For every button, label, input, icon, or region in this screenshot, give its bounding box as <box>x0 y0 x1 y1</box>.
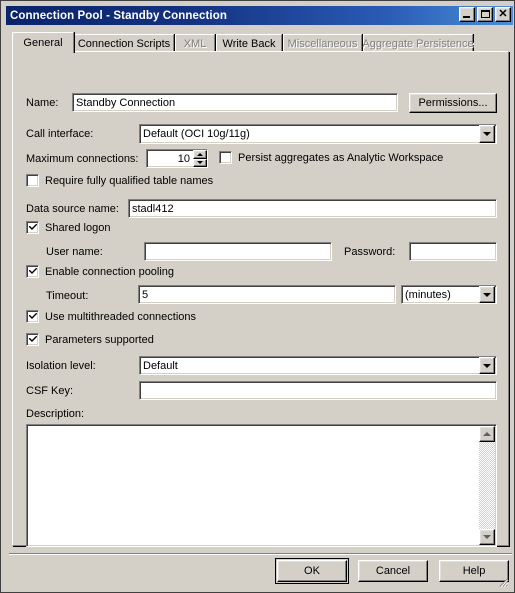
csf-key-input[interactable] <box>139 381 497 400</box>
enable-pooling-label: Enable connection pooling <box>45 265 175 278</box>
ok-button[interactable]: OK <box>275 558 349 584</box>
minimize-icon <box>463 16 470 18</box>
isolation-level-label: Isolation level: <box>26 360 96 372</box>
cancel-button[interactable]: Cancel <box>358 560 428 582</box>
tab-label: Connection Scripts <box>77 37 171 50</box>
window-title: Connection Pool - Standby Connection <box>10 9 227 22</box>
isolation-level-select[interactable]: Default <box>139 356 497 375</box>
parameters-supported-checkbox[interactable]: Parameters supported <box>26 333 154 346</box>
require-fqtn-checkbox[interactable]: Require fully qualified table names <box>26 174 213 187</box>
password-label: Password: <box>344 246 396 258</box>
user-name-input[interactable] <box>144 242 332 261</box>
csf-key-label: CSF Key: <box>26 385 74 397</box>
call-interface-label: Call interface: <box>26 128 94 140</box>
shared-logon-checkbox[interactable]: Shared logon <box>26 221 110 234</box>
max-connections-value: 10 <box>177 152 190 165</box>
enable-pooling-checkbox[interactable]: Enable connection pooling <box>26 265 174 278</box>
close-button[interactable]: ✕ <box>495 7 511 22</box>
data-source-name-label: Data source name: <box>26 203 119 215</box>
timeout-unit-select[interactable]: (minutes) <box>401 285 497 304</box>
checkmark-icon <box>29 224 37 230</box>
tab-strip: General Connection Scripts XML Write Bac… <box>12 32 509 53</box>
titlebar-button-group: ✕ <box>459 7 511 22</box>
tab-label: General <box>23 37 63 49</box>
timeout-label: Timeout: <box>46 290 89 302</box>
checkbox-box <box>26 174 39 187</box>
persist-aggregates-label: Persist aggregates as Analytic Workspace <box>238 151 444 164</box>
call-interface-select[interactable]: Default (OCI 10g/11g) <box>139 124 497 144</box>
tab-label: Miscellaneous <box>287 37 358 50</box>
maximize-icon <box>481 10 490 18</box>
tab-aggregate-persistence[interactable]: Aggregate Persistence <box>362 34 474 52</box>
scroll-down-button[interactable] <box>479 529 495 545</box>
tab-write-back[interactable]: Write Back <box>216 34 282 52</box>
scroll-up-button[interactable] <box>479 426 495 442</box>
persist-aggregates-checkbox[interactable]: Persist aggregates as Analytic Workspace <box>219 151 443 164</box>
titlebar[interactable]: Connection Pool - Standby Connection ✕ <box>6 6 513 25</box>
timeout-unit-value: (minutes) <box>405 288 451 301</box>
call-interface-value: Default (OCI 10g/11g) <box>143 128 250 140</box>
tab-label: XML <box>183 37 207 50</box>
tab-general[interactable]: General <box>12 32 74 53</box>
tab-label: Aggregate Persistence <box>362 37 474 50</box>
name-label: Name: <box>26 97 59 109</box>
checkbox-box <box>219 151 232 164</box>
chevron-down-icon[interactable] <box>479 286 495 303</box>
max-connections-label: Maximum connections: <box>26 153 139 165</box>
stepper-buttons <box>193 150 207 167</box>
minimize-button[interactable] <box>459 7 475 22</box>
checkmark-icon <box>29 336 37 342</box>
shared-logon-label: Shared logon <box>45 221 111 234</box>
password-input[interactable] <box>409 242 497 261</box>
data-source-name-input[interactable]: stadl412 <box>128 199 497 218</box>
tab-miscellaneous[interactable]: Miscellaneous <box>283 34 362 52</box>
permissions-button[interactable]: Permissions... <box>409 93 497 113</box>
description-value[interactable] <box>27 425 479 546</box>
checkbox-box <box>26 265 39 278</box>
checkmark-icon <box>29 268 37 274</box>
tab-page-general: Name: Standby Connection Permissions... … <box>12 51 509 547</box>
stepper-up-button[interactable] <box>193 150 207 159</box>
maximize-button[interactable] <box>477 7 493 22</box>
description-textarea[interactable] <box>26 424 497 547</box>
tab-connection-scripts[interactable]: Connection Scripts <box>74 34 174 52</box>
max-connections-stepper[interactable]: 10 <box>146 149 208 168</box>
resize-grip-icon[interactable] <box>497 576 509 588</box>
multithreaded-checkbox[interactable]: Use multithreaded connections <box>26 310 196 323</box>
description-scrollbar[interactable] <box>479 426 495 545</box>
close-icon: ✕ <box>498 8 508 20</box>
chevron-down-icon[interactable] <box>479 357 495 374</box>
dialog-window: Connection Pool - Standby Connection ✕ G… <box>0 0 515 593</box>
stepper-down-button[interactable] <box>193 158 207 167</box>
multithreaded-label: Use multithreaded connections <box>45 310 197 323</box>
parameters-supported-label: Parameters supported <box>45 333 154 346</box>
user-name-label: User name: <box>46 246 103 258</box>
timeout-input[interactable]: 5 <box>138 285 396 304</box>
footer-separator <box>9 553 512 555</box>
require-fqtn-label: Require fully qualified table names <box>45 174 214 187</box>
checkbox-box <box>26 310 39 323</box>
isolation-level-value: Default <box>143 359 178 372</box>
description-label: Description: <box>26 408 85 420</box>
checkbox-box <box>26 333 39 346</box>
name-input[interactable]: Standby Connection <box>72 93 398 112</box>
tab-xml[interactable]: XML <box>175 34 215 52</box>
chevron-down-icon[interactable] <box>479 125 495 143</box>
tab-label: Write Back <box>222 37 276 50</box>
checkbox-box <box>26 221 39 234</box>
checkmark-icon <box>29 313 37 319</box>
